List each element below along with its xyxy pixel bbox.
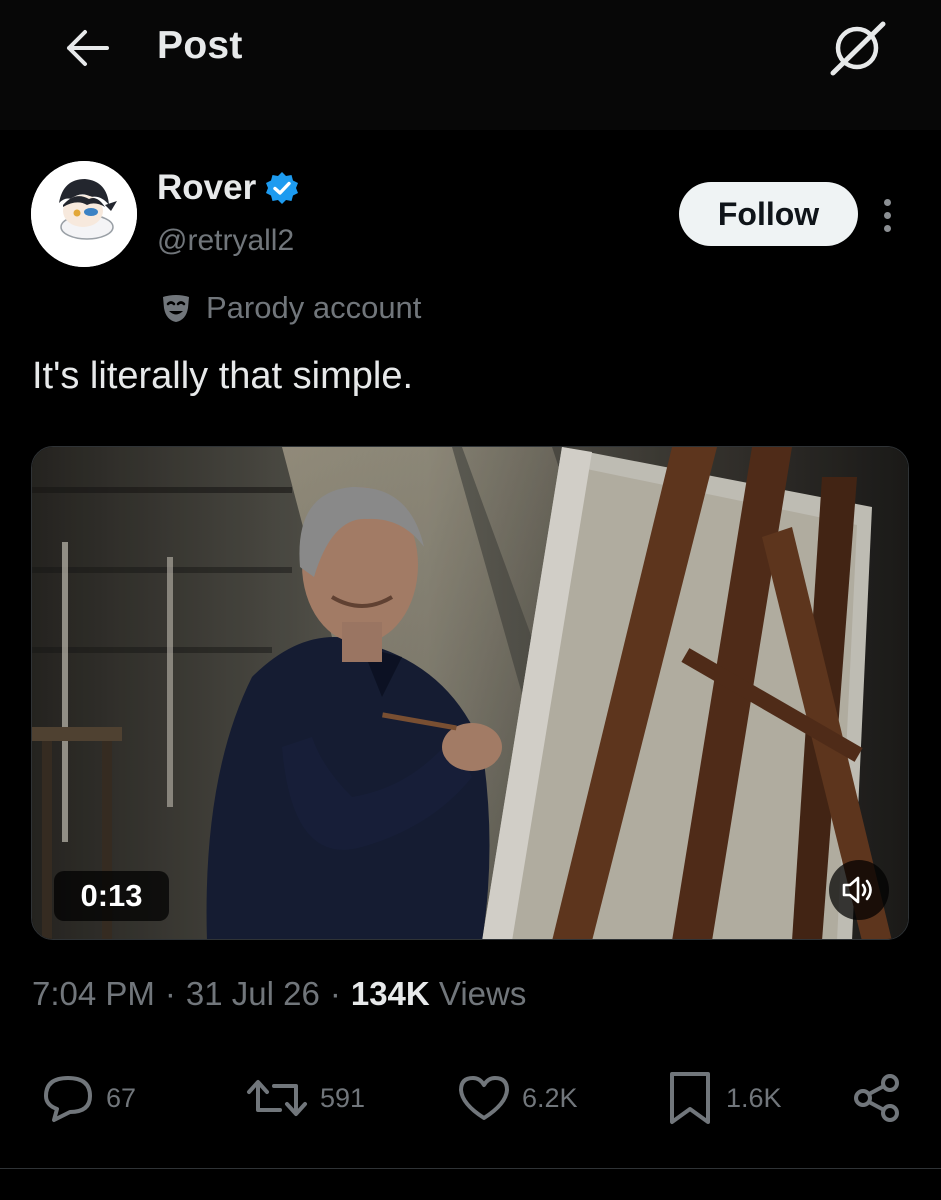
repost-count: 591 — [320, 1082, 366, 1113]
top-bar: Post — [0, 0, 941, 130]
post-date[interactable]: 31 Jul 26 — [186, 975, 320, 1013]
repost-button[interactable]: 591 — [244, 1066, 365, 1130]
more-dot-icon — [883, 224, 891, 232]
meta-separator: · — [164, 975, 176, 1012]
reply-icon — [44, 1076, 92, 1122]
avatar-image — [31, 161, 137, 267]
mask-icon — [163, 295, 189, 322]
bookmark-icon — [670, 1072, 710, 1124]
follow-button[interactable]: Follow — [679, 182, 858, 246]
grok-icon — [830, 21, 886, 76]
reply-count: 67 — [106, 1082, 137, 1113]
more-options-button[interactable] — [870, 192, 904, 238]
meta-separator: · — [329, 975, 341, 1012]
like-count: 6.2K — [522, 1082, 578, 1113]
more-dot-icon — [883, 198, 891, 206]
bookmark-button[interactable]: 1.6K — [664, 1066, 782, 1130]
share-icon — [854, 1074, 899, 1122]
like-button[interactable]: 6.2K — [456, 1066, 578, 1130]
video-duration-badge: 0:13 — [54, 871, 169, 921]
views-stat[interactable]: 134K Views — [351, 975, 527, 1013]
verified-badge-icon — [266, 172, 299, 204]
action-bar: 67 591 6.2K 1.6K — [0, 1066, 941, 1130]
video-thumbnail — [32, 447, 908, 939]
views-count: 134K — [350, 975, 430, 1012]
post-time[interactable]: 7:04 PM — [32, 975, 155, 1013]
grok-button[interactable] — [822, 16, 892, 80]
divider — [0, 1168, 941, 1169]
speaker-icon — [842, 876, 872, 904]
page-title: Post — [157, 24, 243, 67]
heart-icon — [459, 1076, 509, 1120]
arrow-left-icon — [67, 30, 109, 66]
post-text: It's literally that simple. — [32, 355, 414, 397]
display-name[interactable]: Rover — [157, 168, 256, 208]
parody-label: Parody account — [160, 290, 421, 326]
views-label: Views — [438, 975, 527, 1012]
share-button[interactable] — [850, 1066, 904, 1130]
bookmark-count: 1.6K — [726, 1082, 782, 1113]
mute-toggle-button[interactable] — [829, 860, 889, 920]
avatar[interactable] — [31, 161, 137, 267]
more-dot-icon — [883, 211, 891, 219]
video-player[interactable]: 0:13 — [31, 446, 909, 940]
reply-button[interactable]: 67 — [40, 1066, 136, 1130]
repost-icon — [247, 1080, 307, 1116]
post-meta: 7:04 PM · 31 Jul 26 · 134K Views — [32, 975, 526, 1013]
user-handle[interactable]: @retryall2 — [157, 224, 294, 258]
back-button[interactable] — [58, 24, 114, 72]
parody-text: Parody account — [206, 290, 422, 325]
display-name-row: Rover — [157, 168, 300, 208]
